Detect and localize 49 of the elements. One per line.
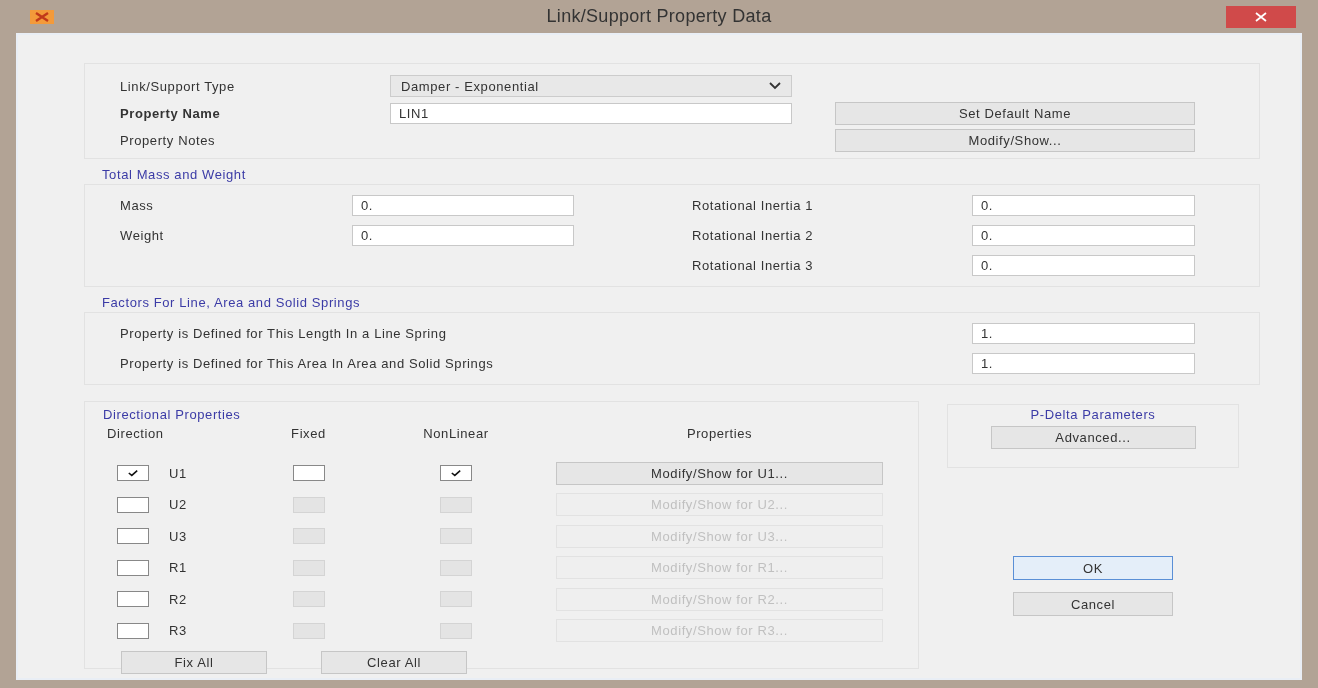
- group-title: Directional Properties: [103, 406, 242, 424]
- field-label: Property is Defined for This Area In Area and Solid Springs: [120, 356, 495, 371]
- direction-label: R3: [169, 623, 187, 639]
- field-label: Property Notes: [120, 132, 217, 148]
- field-label: Rotational Inertia 3: [692, 258, 815, 273]
- field-label: Link/Support Type: [120, 78, 236, 94]
- field-label: Weight: [120, 228, 165, 243]
- column-header: Direction: [106, 426, 165, 441]
- checkbox[interactable]: [440, 465, 472, 482]
- close-button[interactable]: [1226, 5, 1296, 28]
- dialog-button[interactable]: Cancel: [1013, 592, 1173, 616]
- direction-label: R1: [169, 560, 187, 576]
- name-field[interactable]: LIN1: [390, 102, 792, 124]
- window-title: Link/Support Property Data: [546, 6, 772, 27]
- group-title: P-Delta Parameters: [1030, 406, 1156, 424]
- field-label: Property is Defined for This Length In a Line Spring: [120, 326, 448, 341]
- type-dropdown[interactable]: Damper - Exponential: [390, 75, 792, 97]
- input-field[interactable]: 0.: [972, 255, 1195, 276]
- close-icon: [1255, 11, 1267, 22]
- direction-label: R2: [169, 591, 187, 607]
- chevron-icon: [769, 82, 781, 90]
- direction-label: U3: [169, 528, 187, 544]
- direction-label: U2: [169, 497, 187, 513]
- modify-notes-button[interactable]: Modify/Show...: [835, 128, 1195, 152]
- group-title: Total Mass and Weight: [101, 166, 247, 184]
- input-field[interactable]: 0.: [352, 225, 574, 246]
- column-header: Properties: [685, 426, 754, 441]
- field-label: Rotational Inertia 1: [692, 198, 815, 213]
- dialog-button[interactable]: Clear All: [321, 650, 467, 674]
- app-icon: [30, 9, 54, 24]
- input-field[interactable]: 0.: [972, 225, 1195, 246]
- column-header: Fixed: [290, 426, 327, 441]
- input-field[interactable]: 1.: [972, 353, 1195, 374]
- checkbox[interactable]: [292, 465, 325, 482]
- checkbox[interactable]: [117, 465, 149, 482]
- dialog-button[interactable]: Fix All: [121, 650, 267, 674]
- input-field[interactable]: 1.: [972, 323, 1195, 344]
- dialog-button[interactable]: OK: [1013, 556, 1173, 580]
- advanced-button[interactable]: Advanced...: [990, 426, 1196, 449]
- column-header: NonLinear: [422, 426, 490, 441]
- field-label: Mass: [120, 198, 155, 213]
- field-label: Rotational Inertia 2: [692, 228, 815, 243]
- set-default-name-button[interactable]: Set Default Name: [835, 101, 1195, 125]
- input-field[interactable]: 0.: [352, 195, 574, 216]
- modify-show-button[interactable]: Modify/Show for U1...: [556, 461, 883, 485]
- group-title: Factors For Line, Area and Solid Springs: [101, 294, 362, 312]
- direction-label: U1: [169, 465, 187, 481]
- field-label: Property Name: [120, 105, 222, 121]
- input-field[interactable]: 0.: [972, 195, 1195, 216]
